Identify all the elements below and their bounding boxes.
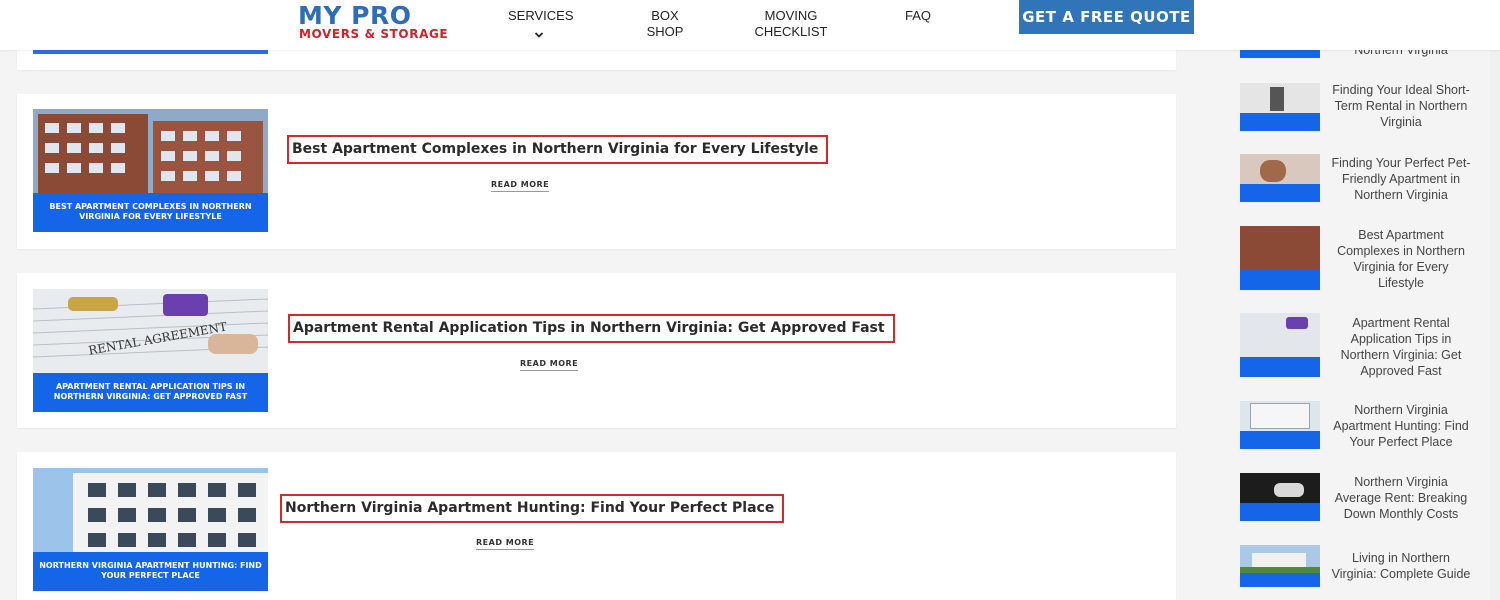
- post-title-link[interactable]: Northern Virginia Apartment Hunting: Fin…: [280, 494, 785, 523]
- sidebar-post-title[interactable]: Living in Northern Virginia: Complete Gu…: [1330, 550, 1472, 582]
- post-title-link[interactable]: Apartment Rental Application Tips in Nor…: [288, 314, 895, 343]
- logo-main-text: MY PRO: [298, 1, 412, 30]
- post-title-link[interactable]: Best Apartment Complexes in Northern Vir…: [287, 135, 829, 164]
- thumbnail-caption: NORTHERN VIRGINIA APARTMENT HUNTING: FIN…: [39, 561, 262, 580]
- sidebar-post-title[interactable]: Finding Your Ideal Short-Term Rental in …: [1330, 82, 1472, 130]
- nav-faq[interactable]: FAQ: [900, 8, 936, 24]
- sidebar-post-title[interactable]: Apartment Rental Application Tips in Nor…: [1330, 315, 1472, 379]
- post-card: RENTAL AGREEMENT APARTMENT RENTAL APPLIC…: [17, 273, 1176, 428]
- sidebar-post-thumbnail[interactable]: [1240, 401, 1320, 449]
- sidebar-post-title[interactable]: Finding Your Perfect Pet-Friendly Apartm…: [1330, 155, 1472, 203]
- read-more-link[interactable]: READ MORE: [476, 538, 535, 550]
- page-scrollbar[interactable]: [1490, 0, 1500, 600]
- sidebar-post-title[interactable]: Northern Virginia Average Rent: Breaking…: [1330, 474, 1472, 522]
- nav-box-shop[interactable]: BOX SHOP: [640, 8, 690, 40]
- nav-services-label: SERVICES: [508, 8, 574, 23]
- read-more-link[interactable]: READ MORE: [491, 180, 550, 192]
- read-more-link[interactable]: READ MORE: [520, 359, 579, 371]
- post-thumbnail[interactable]: RENTAL AGREEMENT APARTMENT RENTAL APPLIC…: [33, 289, 268, 412]
- nav-services[interactable]: SERVICES: [508, 8, 574, 40]
- sidebar-post-thumbnail[interactable]: [1240, 313, 1320, 377]
- get-free-quote-button[interactable]: GET A FREE QUOTE: [1019, 0, 1194, 34]
- nav-faq-label: FAQ: [904, 8, 931, 23]
- sidebar-post-thumbnail[interactable]: [1240, 226, 1320, 290]
- sidebar-post-thumbnail[interactable]: [1240, 545, 1320, 587]
- nav-moving-checklist[interactable]: MOVING CHECKLIST: [752, 8, 830, 40]
- nav-moving-checklist-label: MOVING CHECKLIST: [754, 8, 828, 39]
- sidebar-post-title[interactable]: Best Apartment Complexes in Northern Vir…: [1330, 227, 1472, 291]
- sidebar-post-thumbnail[interactable]: [1240, 83, 1320, 131]
- post-card: NORTHERN VIRGINIA APARTMENT HUNTING: FIN…: [17, 452, 1176, 600]
- chevron-down-icon[interactable]: [534, 30, 544, 40]
- thumbnail-caption: BEST APARTMENT COMPLEXES IN NORTHERN VIR…: [49, 202, 252, 221]
- thumbnail-caption: APARTMENT RENTAL APPLICATION TIPS IN NOR…: [53, 382, 248, 401]
- post-thumbnail[interactable]: BEST APARTMENT COMPLEXES IN NORTHERN VIR…: [33, 109, 268, 232]
- site-logo[interactable]: MY PRO MOVERS & STORAGE: [298, 0, 448, 46]
- sidebar-post-thumbnail[interactable]: [1240, 473, 1320, 521]
- post-thumbnail[interactable]: NORTHERN VIRGINIA APARTMENT HUNTING: FIN…: [33, 468, 268, 591]
- logo-sub-text: MOVERS & STORAGE: [299, 27, 449, 41]
- post-card: BEST APARTMENT COMPLEXES IN NORTHERN VIR…: [17, 94, 1176, 249]
- sidebar-post-thumbnail[interactable]: [1240, 154, 1320, 202]
- site-header: MY PRO MOVERS & STORAGE SERVICES BOX SHO…: [0, 0, 1500, 50]
- nav-box-shop-label: BOX SHOP: [646, 8, 684, 39]
- sidebar-post-title[interactable]: Northern Virginia Apartment Hunting: Fin…: [1330, 402, 1472, 450]
